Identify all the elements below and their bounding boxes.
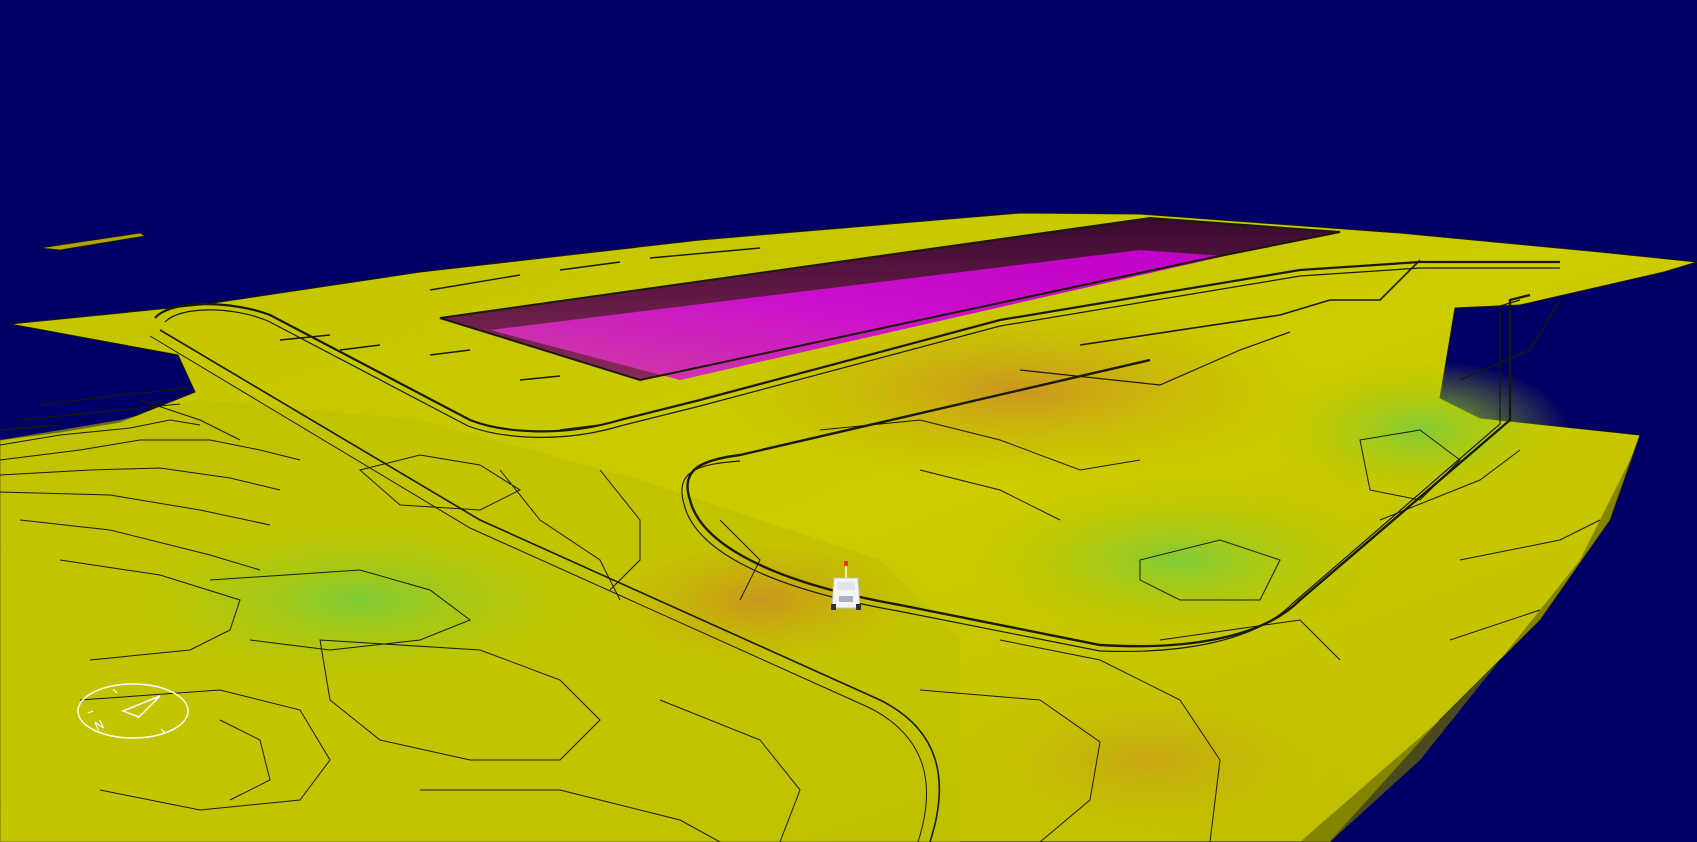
terrain-scene[interactable]: N — [0, 0, 1697, 842]
truck-wheel — [856, 604, 861, 610]
3d-terrain-viewport[interactable]: N — [0, 0, 1697, 842]
truck-flag — [844, 561, 848, 566]
terrain-orange-zone — [950, 680, 1350, 840]
truck-cab — [837, 582, 855, 590]
distant-terrain-sliver — [39, 232, 147, 251]
terrain-green-zone — [970, 480, 1390, 640]
truck-wheel — [831, 604, 836, 610]
terrain-green-zone — [100, 510, 620, 690]
truck-window — [839, 596, 853, 602]
